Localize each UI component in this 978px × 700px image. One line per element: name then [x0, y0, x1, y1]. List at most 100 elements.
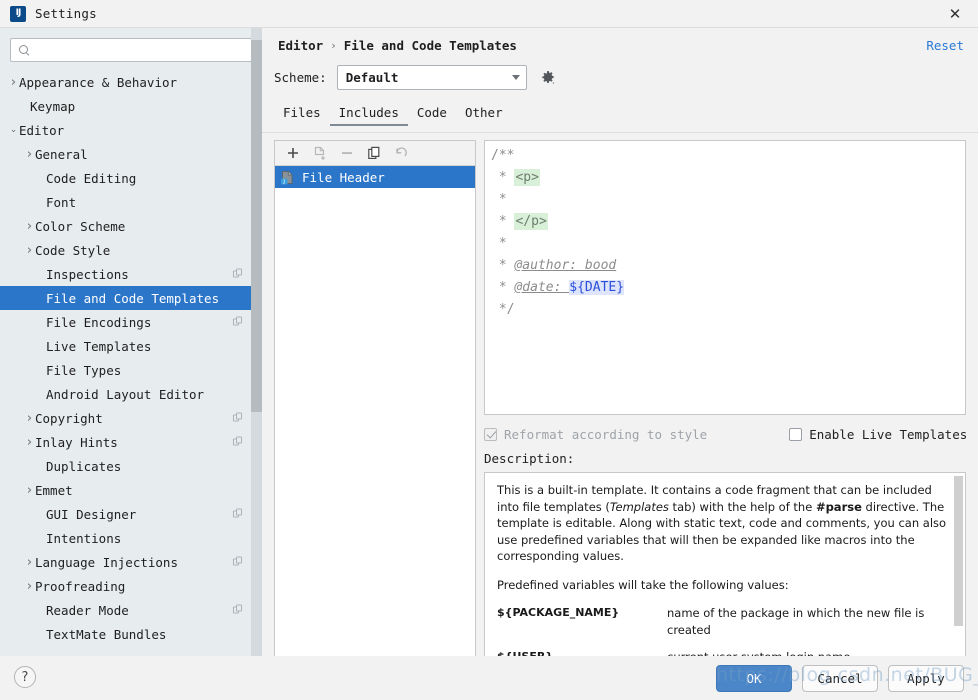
sidebar-item-label: Code Style [35, 243, 110, 258]
tab-includes[interactable]: Includes [330, 105, 408, 126]
project-scope-icon [233, 413, 244, 424]
breadcrumb-parent[interactable]: Editor [278, 38, 323, 53]
ok-button[interactable]: OK [716, 665, 792, 692]
table-row: ${PACKAGE_NAME}name of the package in wh… [497, 605, 953, 649]
code-token-cmt: * [491, 192, 507, 207]
svg-text:J: J [282, 179, 285, 185]
help-icon[interactable]: ? [14, 666, 36, 688]
breadcrumb-separator-icon: › [330, 39, 337, 52]
enable-live-templates-checkbox[interactable]: Enable Live Templates [789, 427, 967, 442]
settings-sidebar: ›Appearance & BehaviorKeymap⌄Editor›Gene… [0, 28, 262, 656]
scheme-label: Scheme: [274, 70, 327, 85]
search-input[interactable] [36, 42, 245, 58]
sidebar-item-label: Inspections [46, 267, 129, 282]
sidebar-item-file-encodings[interactable]: File Encodings [0, 310, 262, 334]
sidebar-item-emmet[interactable]: ›Emmet [0, 478, 262, 502]
checkbox-box [484, 428, 497, 441]
sidebar-item-label: Copyright [35, 411, 103, 426]
checkbox-box [789, 428, 802, 441]
sidebar-item-language-injections[interactable]: ›Language Injections [0, 550, 262, 574]
sidebar-item-proofreading[interactable]: ›Proofreading [0, 574, 262, 598]
sidebar-item-font[interactable]: Font [0, 190, 262, 214]
intellij-idea-icon: IJ [10, 6, 26, 22]
sidebar-item-duplicates[interactable]: Duplicates [0, 454, 262, 478]
sidebar-item-editor[interactable]: ⌄Editor [0, 118, 262, 142]
sidebar-item-inlay-hints[interactable]: ›Inlay Hints [0, 430, 262, 454]
sidebar-item-label: Editor [19, 123, 64, 138]
chevron-right-icon[interactable]: › [24, 556, 35, 569]
project-scope-icon [233, 269, 244, 280]
template-list-toolbar [275, 141, 475, 166]
description-scrollbar-track[interactable] [954, 474, 964, 668]
sidebar-scrollbar-track[interactable] [251, 28, 262, 656]
chevron-right-icon[interactable]: › [24, 484, 35, 497]
sidebar-item-label: Android Layout Editor [46, 387, 204, 402]
chevron-right-icon[interactable]: › [24, 580, 35, 593]
tab-code[interactable]: Code [408, 105, 456, 126]
code-line: /** [485, 145, 965, 167]
apply-button[interactable]: Apply [888, 665, 964, 692]
description-scrollbar-thumb[interactable] [954, 476, 963, 626]
description-label: Description: [484, 451, 574, 466]
sidebar-item-android-layout-editor[interactable]: Android Layout Editor [0, 382, 262, 406]
sidebar-item-general[interactable]: ›General [0, 142, 262, 166]
sidebar-item-label: Live Templates [46, 339, 151, 354]
sidebar-item-code-editing[interactable]: Code Editing [0, 166, 262, 190]
code-line: * @date: ${DATE} [485, 277, 965, 299]
sidebar-item-file-and-code-templates[interactable]: File and Code Templates [0, 286, 262, 310]
description-text: tab) with the help of the [669, 500, 816, 514]
chevron-down-icon[interactable]: ⌄ [8, 126, 19, 135]
gear-icon[interactable] [537, 67, 559, 89]
sidebar-item-label: Reader Mode [46, 603, 129, 618]
sidebar-item-color-scheme[interactable]: ›Color Scheme [0, 214, 262, 238]
plus-icon[interactable] [282, 142, 304, 164]
code-line: * @author: bood [485, 255, 965, 277]
chevron-right-icon[interactable]: › [24, 412, 35, 425]
cancel-button[interactable]: Cancel [802, 665, 878, 692]
reset-link[interactable]: Reset [926, 38, 964, 53]
sidebar-item-label: Emmet [35, 483, 73, 498]
chevron-right-icon[interactable]: › [24, 244, 35, 257]
close-icon[interactable]: ✕ [932, 0, 978, 28]
description-text: #parse [816, 500, 862, 514]
chevron-right-icon[interactable]: › [24, 436, 35, 449]
list-item[interactable]: JFile Header [275, 166, 475, 188]
project-scope-icon [233, 557, 244, 568]
revert-icon [390, 142, 412, 164]
sidebar-item-label: Language Injections [35, 555, 178, 570]
sidebar-item-live-templates[interactable]: Live Templates [0, 334, 262, 358]
sidebar-item-appearance-behavior[interactable]: ›Appearance & Behavior [0, 70, 262, 94]
reformat-according-to-style-checkbox[interactable]: Reformat according to style [484, 427, 707, 442]
description-content: This is a built-in template. It contains… [485, 473, 965, 670]
sidebar-item-label: Font [46, 195, 76, 210]
sidebar-item-copyright[interactable]: ›Copyright [0, 406, 262, 430]
chevron-right-icon[interactable]: › [24, 220, 35, 233]
copy-icon[interactable] [363, 142, 385, 164]
chevron-right-icon[interactable]: › [24, 148, 35, 161]
tab-files[interactable]: Files [274, 105, 330, 126]
template-code-editor[interactable]: /** * <p> * * </p> * * @author: bood * @… [484, 140, 966, 415]
scheme-dropdown[interactable]: Default [337, 65, 527, 90]
tab-other[interactable]: Other [456, 105, 512, 126]
sidebar-item-keymap[interactable]: Keymap [0, 94, 262, 118]
search-wrapper [0, 28, 262, 70]
title-bar: IJ Settings ✕ [0, 0, 978, 28]
description-paragraph: Predefined variables will take the follo… [497, 577, 953, 594]
code-line: * [485, 233, 965, 255]
chevron-right-icon[interactable]: › [8, 76, 19, 89]
project-scope-icon [233, 605, 244, 616]
sidebar-item-intentions[interactable]: Intentions [0, 526, 262, 550]
search-box[interactable] [10, 38, 252, 62]
sidebar-scrollbar-thumb[interactable] [251, 40, 262, 412]
sidebar-item-file-types[interactable]: File Types [0, 358, 262, 382]
sidebar-item-code-style[interactable]: ›Code Style [0, 238, 262, 262]
template-tabs: FilesIncludesCodeOther [274, 100, 964, 126]
sidebar-item-textmate-bundles[interactable]: TextMate Bundles [0, 622, 262, 646]
description-text: Predefined variables will take the follo… [497, 578, 789, 592]
sidebar-item-inspections[interactable]: Inspections [0, 262, 262, 286]
sidebar-item-reader-mode[interactable]: Reader Mode [0, 598, 262, 622]
sidebar-item-gui-designer[interactable]: GUI Designer [0, 502, 262, 526]
dialog-buttons: OK Cancel Apply [706, 665, 964, 692]
code-line: * <p> [485, 167, 965, 189]
main-panel: Editor › File and Code Templates Reset S… [262, 28, 978, 656]
